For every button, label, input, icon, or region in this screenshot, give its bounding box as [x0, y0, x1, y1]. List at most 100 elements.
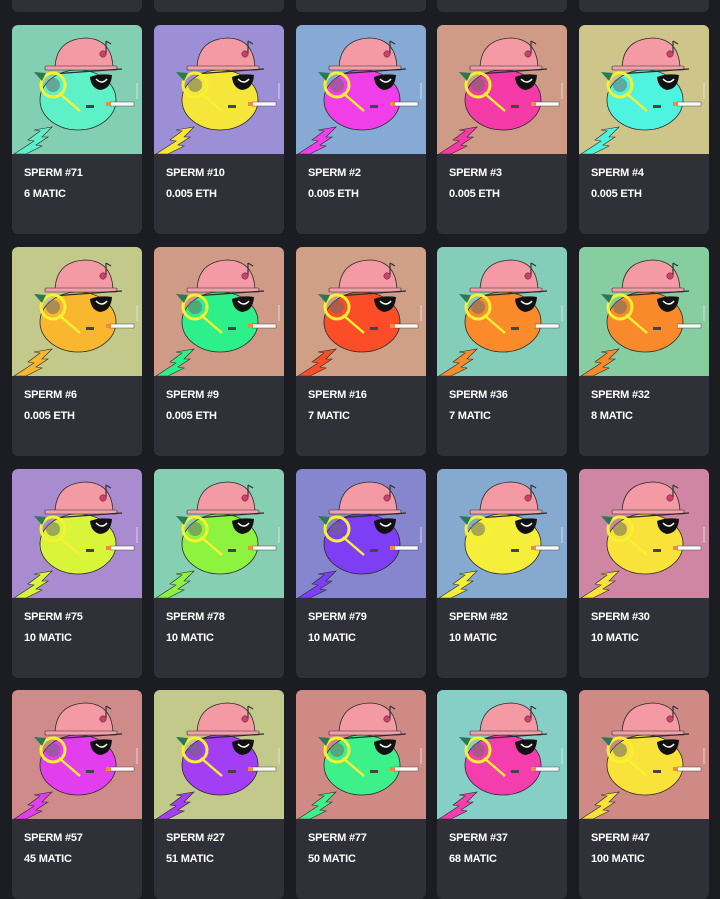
- nft-image[interactable]: [154, 247, 284, 376]
- nft-name: SPERM #78: [166, 611, 225, 623]
- nft-card[interactable]: SPERM #57 45 MATIC: [12, 690, 142, 899]
- nft-card[interactable]: SPERM #71 6 MATIC: [12, 25, 142, 234]
- cap-brim: [44, 287, 118, 293]
- nft-card-partial[interactable]: [579, 0, 709, 12]
- cap-brim: [328, 287, 402, 293]
- cigarette: [393, 545, 419, 551]
- nft-card[interactable]: SPERM #27 51 MATIC: [154, 690, 284, 899]
- nft-card[interactable]: SPERM #79 10 MATIC: [296, 469, 426, 678]
- cap-brim: [328, 730, 402, 736]
- nft-name: SPERM #79: [308, 611, 367, 623]
- nft-card[interactable]: SPERM #78 10 MATIC: [154, 469, 284, 678]
- nft-image[interactable]: [296, 247, 426, 376]
- cap-brim: [469, 287, 543, 293]
- nft-card[interactable]: SPERM #2 0.005 ETH: [296, 25, 426, 234]
- nft-name: SPERM #6: [24, 389, 77, 401]
- nft-price: 6 MATIC: [24, 188, 66, 200]
- cigarette: [393, 766, 419, 772]
- cigarette: [251, 766, 277, 772]
- nft-name: SPERM #10: [166, 167, 225, 179]
- nft-card[interactable]: SPERM #4 0.005 ETH: [579, 25, 709, 234]
- nft-name: SPERM #2: [308, 167, 361, 179]
- cigarette: [109, 766, 135, 772]
- nft-card[interactable]: SPERM #32 8 MATIC: [579, 247, 709, 456]
- nft-name: SPERM #37: [449, 832, 508, 844]
- cap-brim: [469, 65, 543, 71]
- nft-name: SPERM #32: [591, 389, 650, 401]
- nft-price: 68 MATIC: [449, 853, 497, 865]
- nft-image[interactable]: [12, 690, 142, 819]
- nft-image[interactable]: [579, 690, 709, 819]
- nft-card[interactable]: SPERM #36 7 MATIC: [437, 247, 567, 456]
- nft-image[interactable]: [12, 25, 142, 154]
- nft-card[interactable]: SPERM #6 0.005 ETH: [12, 247, 142, 456]
- cap-brim: [469, 509, 543, 515]
- nft-image[interactable]: [437, 469, 567, 598]
- nft-name: SPERM #77: [308, 832, 367, 844]
- nft-name: SPERM #47: [591, 832, 650, 844]
- nft-image[interactable]: [579, 469, 709, 598]
- nft-price: 7 MATIC: [449, 410, 491, 422]
- nft-price: 10 MATIC: [449, 632, 497, 644]
- cigarette: [676, 545, 702, 551]
- nft-image[interactable]: [437, 247, 567, 376]
- nft-image[interactable]: [296, 690, 426, 819]
- nft-name: SPERM #3: [449, 167, 502, 179]
- nft-image[interactable]: [12, 469, 142, 598]
- nft-name: SPERM #36: [449, 389, 508, 401]
- cigarette: [109, 101, 135, 107]
- cigarette: [393, 323, 419, 329]
- cigarette: [393, 101, 419, 107]
- nft-card[interactable]: SPERM #30 10 MATIC: [579, 469, 709, 678]
- nft-card[interactable]: SPERM #47 100 MATIC: [579, 690, 709, 899]
- nft-image[interactable]: [437, 690, 567, 819]
- nft-card[interactable]: SPERM #75 10 MATIC: [12, 469, 142, 678]
- nft-price: 0.005 ETH: [166, 410, 217, 422]
- nft-image[interactable]: [579, 25, 709, 154]
- nft-image[interactable]: [154, 690, 284, 819]
- nft-card-partial[interactable]: [296, 0, 426, 12]
- cap-brim: [44, 65, 118, 71]
- nft-card[interactable]: SPERM #77 50 MATIC: [296, 690, 426, 899]
- cigarette: [251, 545, 277, 551]
- cap-brim: [611, 65, 685, 71]
- nft-card[interactable]: SPERM #9 0.005 ETH: [154, 247, 284, 456]
- cigarette: [534, 323, 560, 329]
- cap-brim: [186, 730, 260, 736]
- nft-price: 0.005 ETH: [24, 410, 75, 422]
- nft-name: SPERM #16: [308, 389, 367, 401]
- nft-card-partial[interactable]: [437, 0, 567, 12]
- nft-name: SPERM #75: [24, 611, 83, 623]
- nft-image[interactable]: [437, 25, 567, 154]
- nft-name: SPERM #27: [166, 832, 225, 844]
- nft-name: SPERM #71: [24, 167, 83, 179]
- nft-image[interactable]: [579, 247, 709, 376]
- nft-card[interactable]: SPERM #37 68 MATIC: [437, 690, 567, 899]
- nft-name: SPERM #9: [166, 389, 219, 401]
- nft-price: 0.005 ETH: [308, 188, 359, 200]
- nft-price: 100 MATIC: [591, 853, 645, 865]
- nft-card[interactable]: SPERM #3 0.005 ETH: [437, 25, 567, 234]
- cap-brim: [328, 509, 402, 515]
- cigarette: [109, 323, 135, 329]
- nft-name: SPERM #57: [24, 832, 83, 844]
- nft-card-partial[interactable]: [12, 0, 142, 12]
- cigarette: [534, 766, 560, 772]
- nft-image[interactable]: [154, 469, 284, 598]
- cigarette: [676, 766, 702, 772]
- nft-image[interactable]: [154, 25, 284, 154]
- nft-name: SPERM #30: [591, 611, 650, 623]
- nft-image[interactable]: [296, 469, 426, 598]
- cap-brim: [44, 509, 118, 515]
- nft-image[interactable]: [12, 247, 142, 376]
- nft-card-partial[interactable]: [154, 0, 284, 12]
- nft-price: 10 MATIC: [24, 632, 72, 644]
- cap-brim: [186, 509, 260, 515]
- nft-card[interactable]: SPERM #10 0.005 ETH: [154, 25, 284, 234]
- nft-price: 0.005 ETH: [166, 188, 217, 200]
- nft-name: SPERM #82: [449, 611, 508, 623]
- nft-image[interactable]: [296, 25, 426, 154]
- nft-card[interactable]: SPERM #16 7 MATIC: [296, 247, 426, 456]
- nft-card[interactable]: SPERM #82 10 MATIC: [437, 469, 567, 678]
- cigarette: [534, 545, 560, 551]
